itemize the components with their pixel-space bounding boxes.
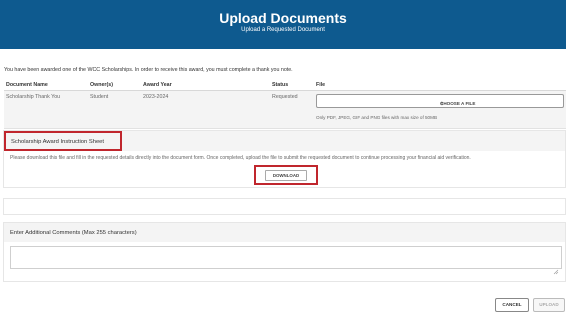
resize-grip-icon[interactable] — [553, 262, 559, 280]
column-header-file: File — [316, 82, 326, 88]
column-header-document-name: Document Name — [6, 82, 48, 88]
column-header-status: Status — [272, 82, 289, 88]
document-name-cell: Scholarship Thank You — [6, 94, 61, 100]
column-header-award-year: Award Year — [143, 82, 172, 88]
file-requirements-note: Only PDF, JPEG, GIF and PNG files with m… — [316, 115, 438, 120]
comments-card: Enter Additional Comments (Max 255 chara… — [3, 222, 566, 282]
cancel-button[interactable]: CANCEL — [495, 298, 529, 312]
instruction-sheet-card: Scholarship Award Instruction Sheet Plea… — [3, 130, 566, 188]
download-highlight: DOWNLOAD — [254, 165, 318, 185]
award-year-cell: 2023-2024 — [143, 94, 169, 100]
choose-file-button[interactable]: ⇧ CHOOSE A FILE — [316, 94, 564, 108]
intro-text: You have been awarded one of the WCC Sch… — [4, 67, 293, 73]
page-title: Upload Documents — [219, 10, 347, 26]
page-header: Upload Documents Upload a Requested Docu… — [0, 0, 566, 49]
owner-cell: Student — [90, 94, 109, 100]
download-button[interactable]: DOWNLOAD — [265, 170, 307, 181]
status-cell: Requested — [272, 94, 298, 100]
column-header-owner: Owner(s) — [90, 82, 113, 88]
empty-section — [3, 198, 566, 215]
instruction-sheet-title: Scholarship Award Instruction Sheet — [4, 131, 122, 151]
documents-table: Document Name Owner(s) Award Year Status… — [4, 79, 566, 129]
upload-button[interactable]: UPLOAD — [533, 298, 565, 312]
comments-label: Enter Additional Comments (Max 255 chara… — [10, 230, 137, 236]
table-row: Scholarship Thank You Student 2023-2024 … — [4, 91, 566, 129]
comments-textarea[interactable] — [10, 246, 562, 269]
page-subtitle: Upload a Requested Document — [241, 27, 325, 33]
instruction-sheet-text: Please download this file and fill in th… — [10, 155, 471, 161]
table-header: Document Name Owner(s) Award Year Status… — [4, 79, 566, 91]
choose-file-label: CHOOSE A FILE — [440, 101, 476, 106]
